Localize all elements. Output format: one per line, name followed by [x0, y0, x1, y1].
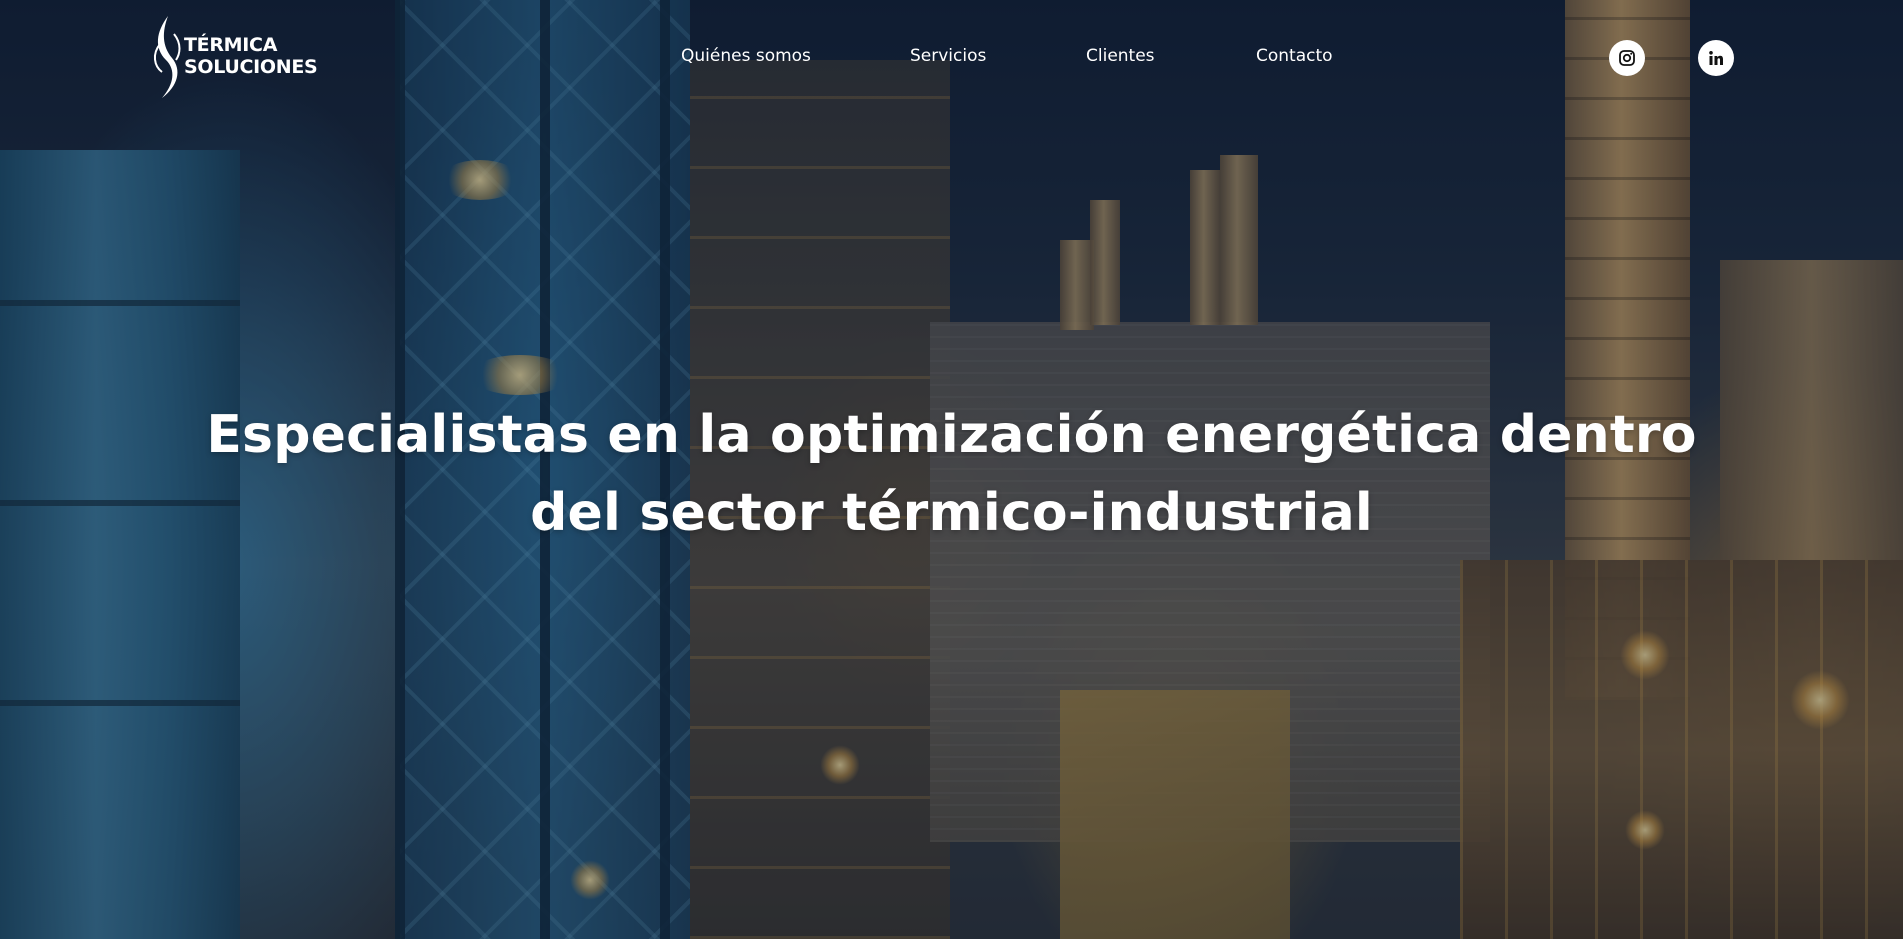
nav-link-contacto[interactable]: Contacto: [1256, 44, 1333, 68]
hero-headline: Especialistas en la optimización energét…: [150, 396, 1753, 552]
nav-link-clientes[interactable]: Clientes: [1086, 44, 1155, 68]
instagram-button[interactable]: [1609, 40, 1645, 76]
linkedin-button[interactable]: [1698, 40, 1734, 76]
hero-headline-line2: del sector térmico-industrial: [530, 483, 1373, 543]
instagram-icon: [1619, 50, 1635, 66]
nav-link-servicios[interactable]: Servicios: [910, 44, 986, 68]
linkedin-icon: [1709, 51, 1723, 65]
hero-headline-line1: Especialistas en la optimización energét…: [206, 405, 1697, 465]
nav-link-quienes-somos[interactable]: Quiénes somos: [681, 44, 811, 68]
